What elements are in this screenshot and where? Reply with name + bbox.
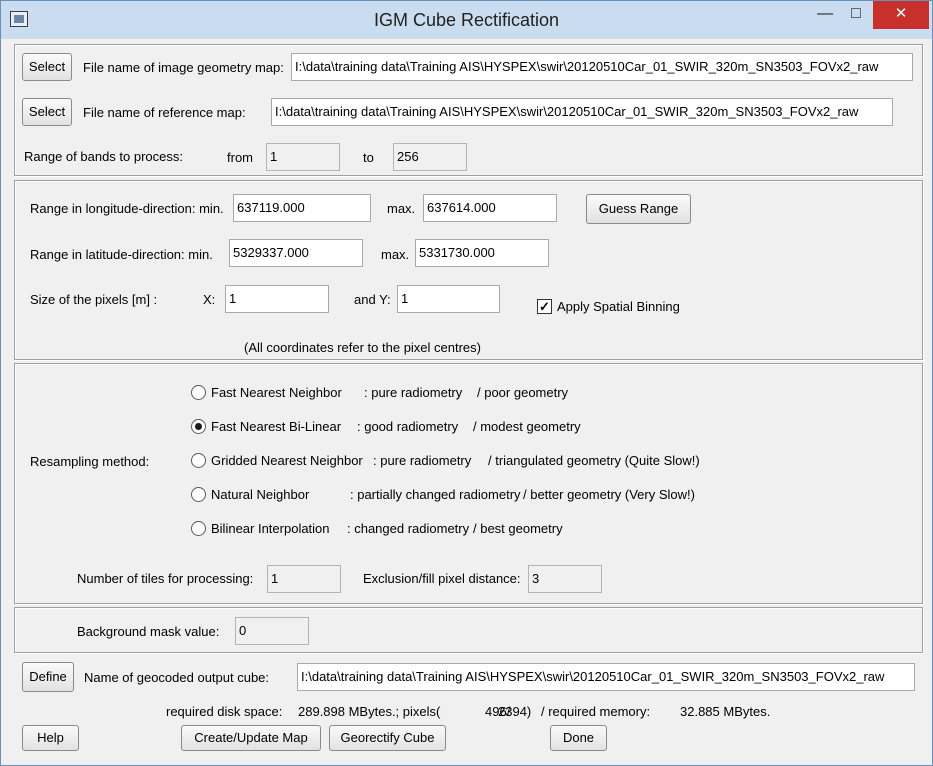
- pixels-y-value: 2394): [498, 704, 532, 719]
- option-geometry: / better geometry (Very Slow!): [523, 487, 695, 502]
- disk-space-value: 289.898 MBytes.; pixels(: [298, 704, 441, 719]
- resampling-group: [14, 363, 923, 604]
- radio-fast-nearest-neighbor[interactable]: [191, 385, 206, 400]
- coordinates-note: (All coordinates refer to the pixel cent…: [244, 340, 481, 355]
- exclusion-distance-input[interactable]: 3: [528, 565, 602, 593]
- option-radiometry: : partially changed radiometry: [350, 487, 521, 502]
- longitude-range-label: Range in longitude-direction: min.: [30, 201, 224, 216]
- memory-value: 32.885 MBytes.: [680, 704, 771, 719]
- tiles-label: Number of tiles for processing:: [77, 571, 254, 586]
- option-radiometry: : good radiometry: [357, 419, 459, 434]
- spatial-binning-checkbox[interactable]: ✓: [537, 299, 552, 314]
- pixel-y-label: and Y:: [354, 292, 391, 307]
- pixel-size-label: Size of the pixels [m] :: [30, 292, 158, 307]
- igm-rectification-window: IGM Cube Rectification — □ ✕ Select File…: [0, 0, 933, 766]
- tiles-input[interactable]: 1: [267, 565, 341, 593]
- option-name[interactable]: Bilinear Interpolation: [211, 521, 330, 537]
- latitude-min-input[interactable]: 5329337.000: [229, 239, 363, 267]
- igm-file-label: File name of image geometry map:: [83, 60, 284, 75]
- pixel-y-input[interactable]: 1: [397, 285, 500, 313]
- option-radiometry: : pure radiometry: [373, 453, 472, 468]
- option-geometry: / modest geometry: [473, 419, 581, 434]
- minimize-icon[interactable]: —: [811, 1, 839, 29]
- help-button[interactable]: Help: [22, 725, 79, 751]
- longitude-min-input[interactable]: 637119.000: [233, 194, 371, 222]
- disk-space-label: required disk space:: [166, 704, 283, 719]
- title-bar: IGM Cube Rectification — □ ✕: [1, 1, 932, 39]
- background-mask-label: Background mask value:: [77, 624, 220, 639]
- radio-natural-neighbor[interactable]: [191, 487, 206, 502]
- maximize-icon[interactable]: □: [842, 1, 870, 29]
- pixel-x-input[interactable]: 1: [225, 285, 329, 313]
- window-title: IGM Cube Rectification: [373, 10, 560, 30]
- radio-gridded-nearest-neighbor[interactable]: [191, 453, 206, 468]
- done-button[interactable]: Done: [550, 725, 607, 751]
- option-geometry: / best geometry: [473, 521, 563, 536]
- close-icon[interactable]: ✕: [873, 1, 929, 29]
- option-radiometry: : changed radiometry: [347, 521, 470, 536]
- reference-file-label: File name of reference map:: [83, 105, 246, 120]
- option-radiometry: : pure radiometry: [364, 385, 463, 400]
- band-from-label: from: [227, 150, 253, 165]
- memory-label: / required memory:: [541, 704, 651, 719]
- georectify-cube-button[interactable]: Georectify Cube: [329, 725, 446, 751]
- option-name[interactable]: Gridded Nearest Neighbor: [211, 453, 363, 469]
- radio-bilinear-interpolation[interactable]: [191, 521, 206, 536]
- radio-fast-nearest-bilinear[interactable]: [191, 419, 206, 434]
- background-mask-input[interactable]: 0: [235, 617, 309, 645]
- option-name[interactable]: Natural Neighbor: [211, 487, 309, 503]
- longitude-max-input[interactable]: 637614.000: [423, 194, 557, 222]
- option-name[interactable]: Fast Nearest Bi-Linear: [211, 419, 341, 435]
- guess-range-button[interactable]: Guess Range: [586, 194, 691, 224]
- latitude-max-label: max.: [381, 247, 410, 262]
- option-geometry: / triangulated geometry (Quite Slow!): [488, 453, 700, 468]
- reference-file-input[interactable]: I:\data\training data\Training AIS\HYSPE…: [271, 98, 893, 126]
- output-name-input[interactable]: I:\data\training data\Training AIS\HYSPE…: [297, 663, 915, 691]
- select-reference-button[interactable]: Select: [22, 98, 72, 126]
- latitude-max-input[interactable]: 5331730.000: [415, 239, 549, 267]
- band-to-label: to: [363, 150, 374, 165]
- option-geometry: / poor geometry: [477, 385, 569, 400]
- exclusion-distance-label: Exclusion/fill pixel distance:: [363, 571, 521, 586]
- option-name[interactable]: Fast Nearest Neighbor: [211, 385, 342, 401]
- latitude-range-label: Range in latitude-direction: min.: [30, 247, 213, 262]
- igm-file-input[interactable]: I:\data\training data\Training AIS\HYSPE…: [291, 53, 913, 81]
- select-igm-button[interactable]: Select: [22, 53, 72, 81]
- band-to-input[interactable]: 256: [393, 143, 467, 171]
- band-from-input[interactable]: 1: [266, 143, 340, 171]
- output-name-label: Name of geocoded output cube:: [84, 670, 270, 685]
- band-range-label: Range of bands to process:: [24, 149, 183, 164]
- longitude-max-label: max.: [387, 201, 416, 216]
- create-update-map-button[interactable]: Create/Update Map: [181, 725, 321, 751]
- pixel-x-label: X:: [203, 292, 216, 307]
- define-output-button[interactable]: Define: [22, 662, 74, 692]
- spatial-binning-label[interactable]: Apply Spatial Binning: [557, 299, 680, 315]
- resampling-method-label: Resampling method:: [30, 454, 150, 469]
